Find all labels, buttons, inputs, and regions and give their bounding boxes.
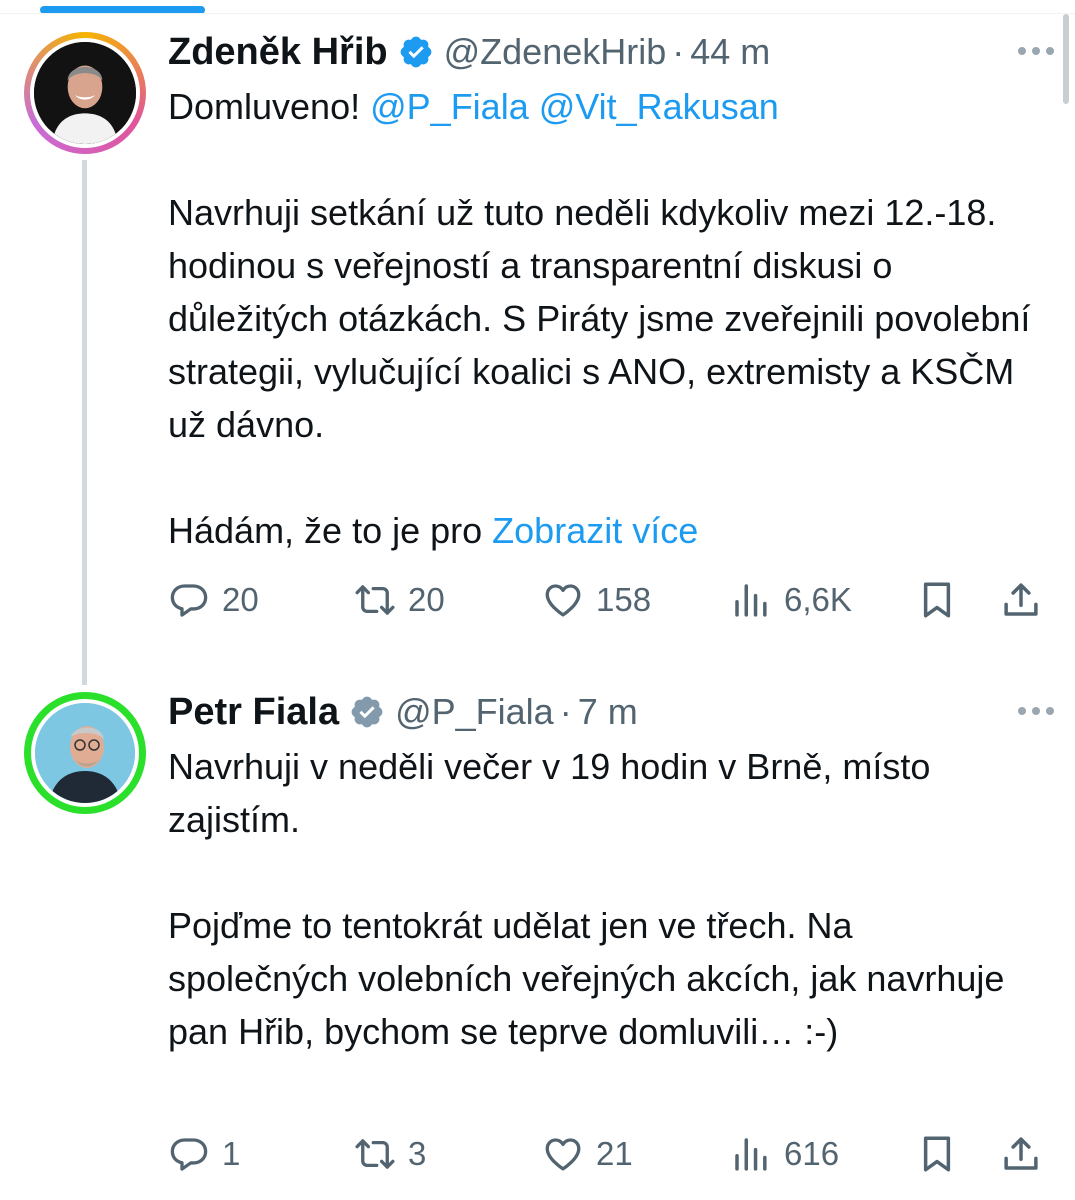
reply-button[interactable]: 1 [168,1124,240,1184]
tweet-paragraph: Hádám, že to je pro Zobrazit více [168,504,1038,557]
reply-count: 1 [222,1135,241,1172]
separator: · [559,691,572,732]
views-chart-icon [730,1133,772,1175]
views-button[interactable]: 616 [730,1124,839,1184]
mention-link[interactable]: @P_Fiala [370,86,529,127]
retweet-icon [354,579,396,621]
tweet-content: Zdeněk Hřib @ZdenekHrib · 44 m Domluveno… [168,24,1054,618]
tweet-text: Navrhuji v neděli večer v 19 hodin v Brn… [168,740,1038,1058]
more-dots-icon[interactable] [1014,38,1058,64]
bookmark-button[interactable] [916,570,958,630]
avatar-image [30,38,140,148]
top-divider [0,13,1075,14]
retweet-icon [354,1133,396,1175]
text-span: Domluveno! [168,86,371,127]
views-chart-icon [730,579,772,621]
like-count: 158 [596,581,652,618]
tweet-actions: 1 3 21 616 [168,1124,1048,1184]
display-name[interactable]: Petr Fiala [168,691,339,734]
tweet-paragraph [168,846,1038,899]
bookmark-icon [916,1133,958,1175]
reply-button[interactable]: 20 [168,570,259,630]
user-handle[interactable]: @ZdenekHrib [444,31,667,73]
heart-icon [542,1133,584,1175]
reply-count: 20 [222,581,259,618]
verified-badge-icon[interactable] [398,34,434,70]
timestamp[interactable]: 44 m [690,31,770,73]
timestamp[interactable]: 7 m [578,691,638,733]
avatar[interactable] [24,32,146,154]
views-count: 616 [784,1135,840,1172]
show-more-link[interactable]: Zobrazit více [492,510,698,551]
like-count: 21 [596,1135,633,1172]
share-icon [1000,1133,1042,1175]
mention-link[interactable]: @Vit_Rakusan [539,86,779,127]
share-icon [1000,579,1042,621]
bookmark-button[interactable] [916,1124,958,1184]
tweet-header: Petr Fiala @P_Fiala · 7 m [168,684,1054,740]
tweet-paragraph: Pojďme to tentokrát udělat jen ve třech.… [168,905,1005,1052]
tweet-text: Domluveno! @P_Fiala @Vit_Rakusan Navrhuj… [168,80,1038,557]
retweet-button[interactable]: 20 [354,570,445,630]
tweet-header: Zdeněk Hřib @ZdenekHrib · 44 m [168,24,1054,80]
share-button[interactable] [1000,570,1042,630]
thread-connector-line [82,160,87,685]
views-button[interactable]: 6,6K [730,570,852,630]
heart-icon [542,579,584,621]
avatar-portrait-image [34,42,136,144]
like-button[interactable]: 158 [542,570,651,630]
avatar-portrait-image [35,703,135,803]
share-button[interactable] [1000,1124,1042,1184]
reply-icon [168,579,210,621]
verified-badge-icon[interactable] [349,694,385,730]
bookmark-icon [916,579,958,621]
scrollbar[interactable] [1063,14,1069,104]
tweet-actions: 20 20 158 6,6K [168,570,1048,630]
tweet-paragraph [168,451,1038,504]
avatar[interactable] [24,692,146,814]
user-handle[interactable]: @P_Fiala [395,691,554,733]
more-dots-icon[interactable] [1014,698,1058,724]
avatar-image [31,699,139,807]
reply-icon [168,1133,210,1175]
views-count: 6,6K [784,581,852,618]
display-name[interactable]: Zdeněk Hřib [168,31,388,74]
retweet-button[interactable]: 3 [354,1124,426,1184]
tweet-paragraph [168,133,1038,186]
retweet-count: 3 [408,1135,427,1172]
tweet-paragraph: Navrhuji setkání už tuto neděli kdykoliv… [168,192,1031,445]
tweet-paragraph: Domluveno! @P_Fiala @Vit_Rakusan [168,80,1038,133]
retweet-count: 20 [408,581,445,618]
tweet-paragraph: Navrhuji v neděli večer v 19 hodin v Brn… [168,746,931,840]
separator: · [672,31,685,72]
text-span: Hádám, že to je pro [168,510,493,551]
tweet-content: Petr Fiala @P_Fiala · 7 m Navrhuji v ned… [168,684,1054,1058]
like-button[interactable]: 21 [542,1124,633,1184]
